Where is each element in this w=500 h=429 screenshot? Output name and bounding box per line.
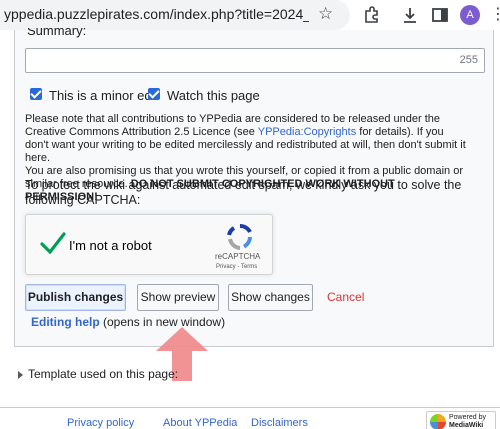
templates-used-toggle[interactable]: Template used on this page: — [28, 367, 178, 381]
watch-page-label[interactable]: Watch this page — [167, 88, 260, 103]
show-preview-button[interactable]: Show preview — [137, 284, 219, 311]
publish-changes-button[interactable]: Publish changes — [25, 284, 126, 311]
browser-toolbar: yppedia.puzzlepirates.com/index.php?titl… — [0, 0, 500, 30]
recaptcha-label: I'm not a robot — [69, 238, 152, 253]
recaptcha-privacy-terms[interactable]: Privacy - Terms — [216, 264, 257, 270]
recaptcha-brand: reCAPTCHA — [215, 252, 261, 261]
editing-help-link[interactable]: Editing help — [31, 315, 100, 329]
captcha-instructions: To protect the wiki against automated ed… — [25, 178, 462, 207]
download-icon[interactable] — [400, 5, 420, 25]
disclaimers-link[interactable]: Disclaimers — [251, 417, 308, 429]
summary-char-count: 255 — [459, 54, 478, 66]
watch-page-checkbox[interactable] — [148, 88, 160, 100]
extensions-icon[interactable] — [362, 5, 382, 25]
side-panel-icon[interactable] — [430, 5, 450, 25]
powered-by-text: Powered by MediaWiki — [449, 414, 486, 429]
mediawiki-logo-icon — [430, 414, 446, 429]
cancel-link[interactable]: Cancel — [327, 290, 364, 304]
minor-edit-label[interactable]: This is a minor edit — [49, 88, 158, 103]
browser-menu-icon[interactable]: ⋮ — [490, 4, 500, 24]
bookmark-star-icon[interactable]: ☆ — [318, 4, 333, 24]
address-bar[interactable]: yppedia.puzzlepirates.com/index.php?titl… — [0, 0, 350, 30]
copyrights-link[interactable]: YPPedia:Copyrights — [258, 126, 356, 138]
recaptcha-logo-icon — [227, 224, 252, 250]
privacy-policy-link[interactable]: Privacy policy — [67, 417, 134, 429]
checkmark-icon[interactable] — [40, 231, 66, 255]
recaptcha-widget[interactable]: I'm not a robot reCAPTCHA Privacy - Term… — [25, 214, 273, 275]
summary-label: Summary: — [27, 28, 87, 38]
powered-by-mediawiki-badge[interactable]: Powered by MediaWiki — [426, 411, 496, 429]
url-text[interactable]: yppedia.puzzlepirates.com/index.php?titl… — [4, 6, 309, 22]
footer-divider — [0, 407, 500, 408]
profile-avatar[interactable]: A — [460, 5, 480, 25]
expand-triangle-icon[interactable] — [18, 371, 23, 379]
minor-edit-checkbox[interactable] — [30, 88, 42, 100]
summary-input[interactable]: 255 — [25, 48, 485, 73]
about-link[interactable]: About YPPedia — [163, 417, 237, 429]
show-changes-button[interactable]: Show changes — [228, 284, 313, 311]
